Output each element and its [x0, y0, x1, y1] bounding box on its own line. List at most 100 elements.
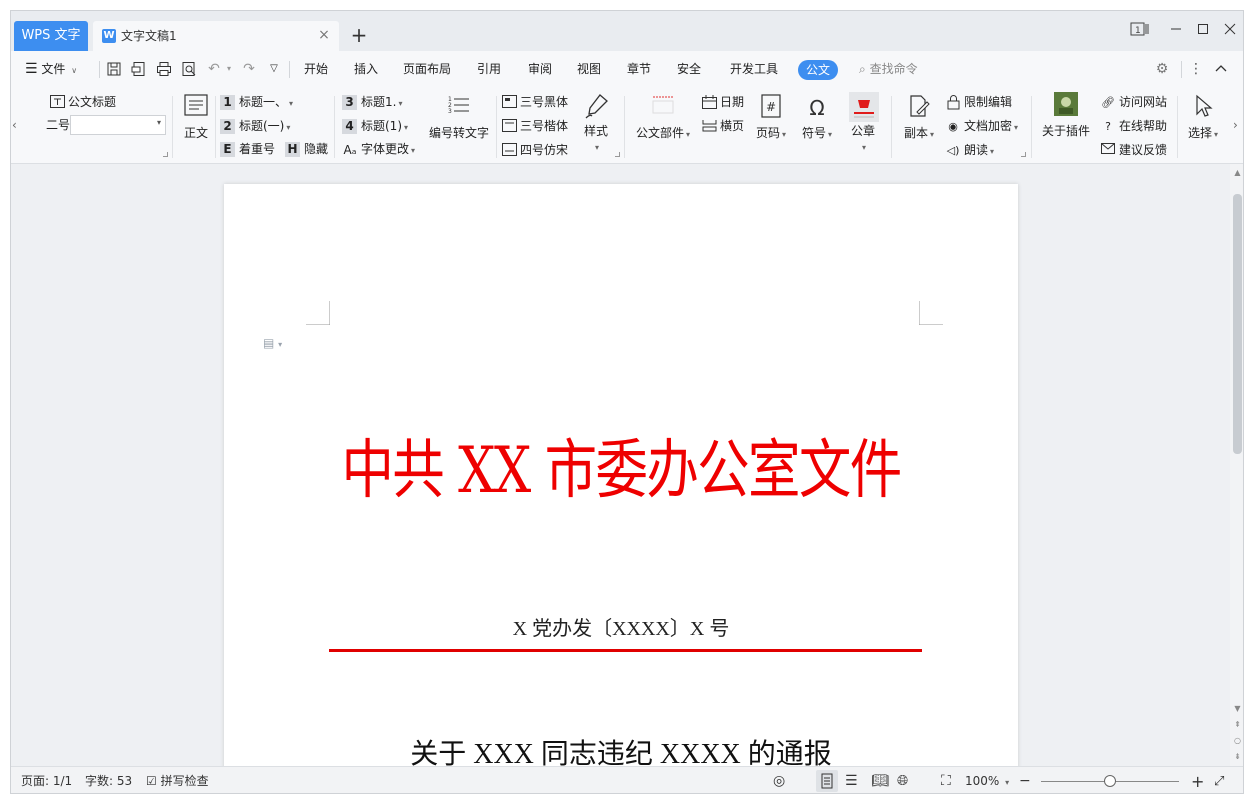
scroll-up-icon[interactable]: ▲ — [1230, 168, 1243, 177]
collapse-ribbon-icon[interactable] — [1213, 61, 1229, 77]
tab-view[interactable]: 视图 — [577, 51, 601, 88]
doc-parts-button[interactable]: 公文部件 ▾ — [631, 94, 695, 141]
heading2-button[interactable]: 2 标题(一) ▾ — [220, 117, 290, 137]
body-text-button[interactable]: 正文 — [179, 94, 213, 141]
number-to-text-button[interactable]: 123 编号转文字 — [427, 94, 491, 141]
font-hei-button[interactable]: 三号黑体 — [501, 93, 568, 111]
vertical-scrollbar[interactable]: ▲ ▼ ⇞ ○ ⇟ — [1230, 164, 1243, 766]
official-title-button[interactable]: 公文标题 — [49, 93, 116, 111]
web-view-icon[interactable]: 🌐︎ — [897, 767, 908, 793]
feedback-button[interactable]: 建议反馈 — [1100, 141, 1167, 159]
restrict-edit-label: 限制编辑 — [964, 95, 1013, 109]
page-indicator[interactable]: 页面: 1/1 — [21, 767, 72, 793]
redo-icon[interactable]: ↷ — [241, 61, 257, 77]
export-pdf-icon[interactable] — [131, 61, 147, 77]
save-icon[interactable] — [106, 61, 122, 77]
tab-home[interactable]: 开始 — [304, 51, 328, 88]
font-size-select[interactable]: ▾ — [70, 115, 166, 135]
font-change-button[interactable]: Aₐ 字体更改 ▾ — [342, 140, 416, 160]
numbered-list-icon: 123 — [445, 94, 473, 122]
copy-button[interactable]: 副本 ▾ — [899, 94, 939, 141]
style-button[interactable]: 样式 ▾ — [579, 92, 613, 153]
ribbon-scroll-right-icon[interactable]: › — [1233, 118, 1238, 132]
browse-object-icon[interactable]: ○ — [1230, 736, 1243, 745]
seal-icon — [849, 92, 879, 122]
document-page[interactable]: ▤ ▾ 中共 XX 市委办公室文件 X 党办发〔XXXX〕X 号 关于 XXX … — [224, 184, 1018, 766]
undo-dropdown-icon[interactable]: ▾ — [221, 61, 237, 77]
fullscreen-icon[interactable]: ⤢ — [1214, 767, 1224, 793]
close-tab-icon[interactable]: × — [317, 28, 331, 42]
tab-insert[interactable]: 插入 — [354, 51, 378, 88]
chevron-down-icon: ▾ — [404, 123, 409, 132]
heading4-button[interactable]: 4 标题(1) ▾ — [342, 117, 408, 137]
next-page-icon[interactable]: ⇟ — [1230, 752, 1243, 761]
window-switch-button[interactable]: 1 — [1129, 21, 1151, 41]
zoom-out-button[interactable]: − — [1019, 767, 1031, 793]
outline-view-icon[interactable]: ☰ — [845, 767, 858, 793]
font-fangsong-button[interactable]: 四号仿宋 — [501, 141, 568, 159]
undo-icon[interactable]: ↶ — [206, 61, 222, 77]
tab-review[interactable]: 审阅 — [528, 51, 552, 88]
more-icon[interactable]: ⋮ — [1188, 61, 1204, 77]
tab-chapter[interactable]: 章节 — [627, 51, 651, 88]
zoom-level[interactable]: 100% ▾ — [965, 767, 1009, 793]
page-view-button[interactable] — [816, 770, 838, 792]
print-preview-icon[interactable] — [181, 61, 197, 77]
close-window-button[interactable] — [1219, 21, 1241, 41]
zoom-in-button[interactable]: + — [1191, 767, 1204, 793]
date-button[interactable]: 日期 — [701, 93, 744, 111]
maximize-button[interactable] — [1192, 21, 1214, 41]
word-count[interactable]: 字数: 53 — [85, 767, 132, 793]
window-list-icon: 1 — [1130, 22, 1149, 36]
scroll-down-icon[interactable]: ▼ — [1230, 704, 1243, 713]
encrypt-button[interactable]: ◉ 文档加密 ▾ — [945, 117, 1018, 137]
read-aloud-button[interactable]: ◁) 朗读 ▾ — [945, 141, 994, 161]
restrict-edit-button[interactable]: 限制编辑 — [945, 93, 1012, 111]
mail-icon — [1100, 142, 1116, 159]
paragraph-options-icon[interactable]: ▤ ▾ — [263, 336, 282, 350]
hide-button[interactable]: H 隐藏 — [285, 140, 328, 158]
command-search[interactable]: ⌕ 查找命令 — [859, 51, 918, 88]
print-icon[interactable] — [156, 61, 172, 77]
visit-site-button[interactable]: 🔗︎ 访问网站 — [1100, 93, 1167, 111]
ribbon-scroll-left-icon[interactable]: ‹ — [12, 118, 17, 132]
tab-document[interactable]: W 文字文稿1 × — [93, 21, 339, 51]
heading2-number-icon: 2 — [220, 119, 235, 134]
select-button[interactable]: 选择 ▾ — [1183, 94, 1223, 141]
settings-icon[interactable]: ⚙ — [1154, 61, 1170, 77]
about-plugin-button[interactable]: 关于插件 — [1038, 92, 1094, 139]
heading1-label: 标题一、 — [239, 95, 288, 109]
spell-check-toggle[interactable]: ☑ 拼写检查 — [146, 767, 209, 793]
minimize-button[interactable] — [1165, 21, 1187, 41]
heading1-button[interactable]: 1 标题一、 ▾ — [220, 93, 293, 113]
emphasis-button[interactable]: E 着重号 — [220, 140, 275, 158]
zoom-slider-handle[interactable] — [1104, 775, 1116, 787]
prev-page-icon[interactable]: ⇞ — [1230, 720, 1243, 729]
symbol-button[interactable]: Ω 符号 ▾ — [797, 94, 837, 141]
file-menu[interactable]: ☰ 文件 ∨ — [25, 51, 77, 88]
page-view-icon — [821, 773, 833, 789]
chevron-down-icon: ▾ — [594, 143, 599, 152]
customize-toolbar-icon[interactable]: ▽ — [266, 61, 282, 77]
tab-security[interactable]: 安全 — [677, 51, 701, 88]
scrollbar-thumb[interactable] — [1233, 194, 1242, 454]
tab-developer[interactable]: 开发工具 — [730, 51, 778, 88]
reading-view-icon[interactable]: 📖︎ — [871, 767, 889, 793]
encrypt-label: 文档加密 — [964, 119, 1013, 133]
eye-protection-icon[interactable]: ◎ — [773, 767, 785, 793]
online-help-button[interactable]: ? 在线帮助 — [1100, 117, 1167, 135]
seal-button[interactable]: 公章 ▾ — [845, 92, 881, 153]
tab-references[interactable]: 引用 — [477, 51, 501, 88]
tab-official-document[interactable]: 公文 — [798, 60, 839, 80]
symbol-label: 符号 — [801, 126, 826, 140]
new-tab-button[interactable]: + — [349, 25, 369, 45]
title-format-icon — [49, 94, 65, 111]
landscape-page-button[interactable]: 横页 — [701, 117, 744, 135]
page-number-button[interactable]: # 页码 ▾ — [751, 94, 791, 141]
tab-page-layout[interactable]: 页面布局 — [403, 51, 451, 88]
heading3-button[interactable]: 3 标题1. ▾ — [342, 93, 402, 113]
fit-page-icon[interactable]: ⛶ — [941, 767, 951, 793]
tab-wps-writer[interactable]: WPS 文字 — [14, 21, 88, 51]
font-kai-button[interactable]: 三号楷体 — [501, 117, 568, 135]
emphasis-label: 着重号 — [239, 142, 276, 156]
